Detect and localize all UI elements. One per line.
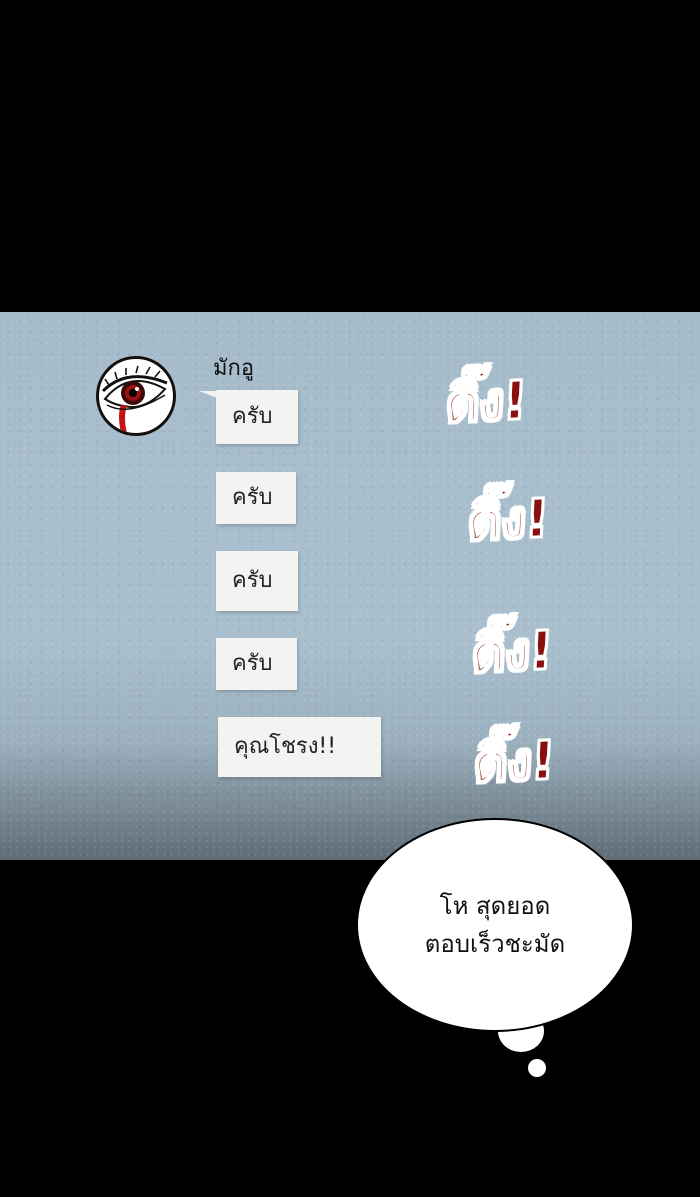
message-bubble[interactable]: คุณโชรง!!: [218, 717, 381, 777]
message-bubble[interactable]: ครับ: [216, 472, 296, 524]
chat-panel: มักอู ครับ ครับ ครับ ครับ คุณโชรง!! ติ๊ง…: [0, 312, 700, 860]
sender-name: มักอู: [213, 356, 255, 381]
bubble-tail: [199, 391, 217, 398]
sound-effect-ding: ติ๊ง!: [469, 620, 554, 686]
message-bubble[interactable]: ครับ: [216, 390, 298, 444]
top-black-area: [0, 0, 700, 312]
thought-text: โห สุดยอด ตอบเร็วชะมัด: [424, 892, 566, 958]
message-bubble[interactable]: ครับ: [216, 551, 298, 611]
sound-effect-ding: ติ๊ง!: [443, 370, 528, 436]
thought-puff-small: [528, 1059, 546, 1077]
crying-eye-avatar-icon: [101, 365, 168, 433]
sound-effect-ding: ติ๊ง!: [471, 730, 556, 796]
avatar[interactable]: [96, 356, 176, 436]
sound-effect-ding: ติ๊ง!: [465, 488, 550, 554]
thought-bubble: โห สุดยอด ตอบเร็วชะมัด: [356, 818, 634, 1032]
message-bubble[interactable]: ครับ: [216, 638, 297, 690]
